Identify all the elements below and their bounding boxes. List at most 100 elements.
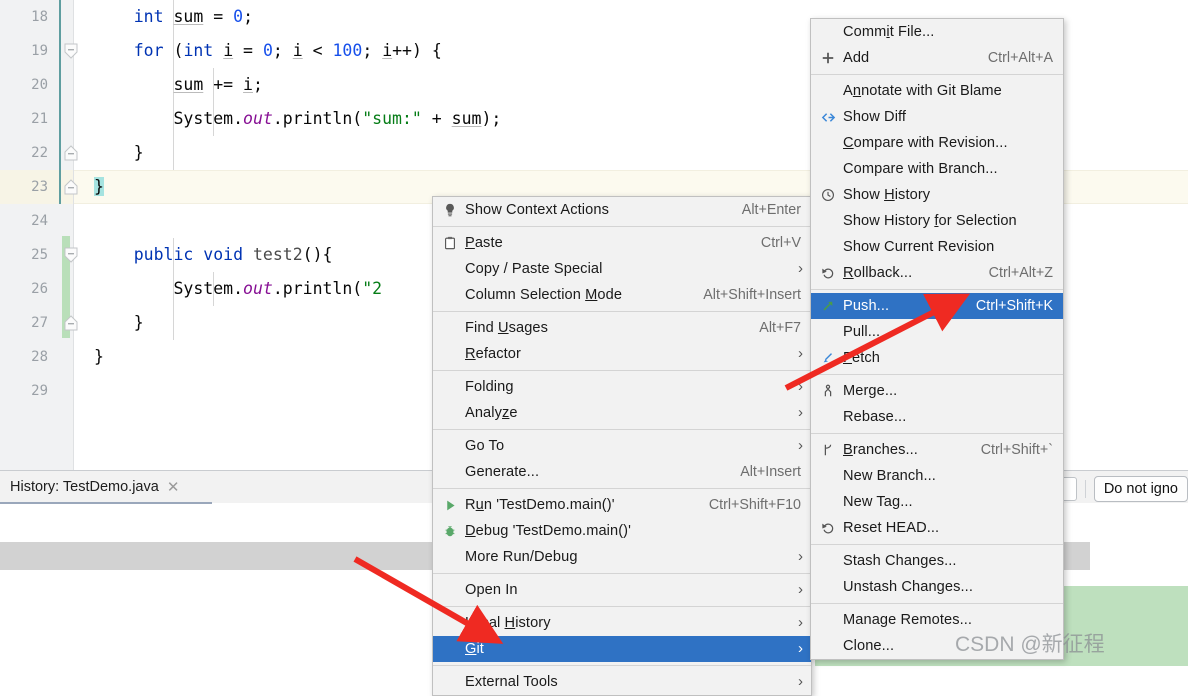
chevron-right-icon: › <box>798 404 803 421</box>
menu-separator <box>433 429 811 430</box>
menu-item-shortcut: Ctrl+Shift+K <box>975 298 1053 314</box>
no-icon <box>817 548 839 574</box>
menu-item-label: Unstash Changes... <box>843 579 973 595</box>
git-item-new-branch[interactable]: New Branch... <box>811 463 1063 489</box>
line-number: 18 <box>31 9 48 25</box>
line-number: 26 <box>31 281 48 297</box>
git-item-compare-with-revision[interactable]: Compare with Revision... <box>811 130 1063 156</box>
menu-item-label: Debug 'TestDemo.main()' <box>465 523 632 539</box>
line-number: 21 <box>31 111 48 127</box>
chevron-right-icon: › <box>798 673 803 690</box>
git-item-merge[interactable]: Merge... <box>811 378 1063 404</box>
reset-icon <box>817 515 839 541</box>
no-icon <box>817 234 839 260</box>
git-item-compare-with-branch[interactable]: Compare with Branch... <box>811 156 1063 182</box>
do-not-ignore-button[interactable]: Do not igno <box>1093 475 1188 502</box>
merge-icon <box>817 378 839 404</box>
menu-item-label: More Run/Debug <box>465 549 578 565</box>
menu-item-label: Folding <box>465 379 514 395</box>
git-item-stash-changes[interactable]: Stash Changes... <box>811 548 1063 574</box>
menu-item-refactor[interactable]: Refactor › <box>433 341 811 367</box>
menu-item-label: Run 'TestDemo.main()' <box>465 497 615 513</box>
git-item-annotate-with-git-blame[interactable]: Annotate with Git Blame <box>811 78 1063 104</box>
git-submenu[interactable]: Commit File... Add Ctrl+Alt+A Annotate with… <box>810 18 1064 660</box>
chevron-right-icon: › <box>798 581 803 598</box>
menu-item-label: Annotate with Git Blame <box>843 83 1002 99</box>
line-number: 19 <box>31 43 48 59</box>
no-icon <box>439 636 461 662</box>
menu-item-shortcut: Ctrl+Alt+A <box>987 50 1053 66</box>
line-number: 29 <box>31 383 48 399</box>
diff-icon <box>817 104 839 130</box>
menu-separator <box>811 544 1063 545</box>
git-item-show-diff[interactable]: Show Diff <box>811 104 1063 130</box>
git-item-commit-file[interactable]: Commit File... <box>811 19 1063 45</box>
no-icon <box>439 282 461 308</box>
menu-item-shortcut: Ctrl+Alt+Z <box>988 265 1053 281</box>
menu-item-analyze[interactable]: Analyze › <box>433 400 811 426</box>
menu-item-label: Compare with Branch... <box>843 161 998 177</box>
menu-item-go-to[interactable]: Go To › <box>433 433 811 459</box>
plus-icon <box>817 45 839 71</box>
menu-item-label: Commit File... <box>843 24 935 40</box>
tab-label: History: TestDemo.java <box>10 479 159 495</box>
git-item-add[interactable]: Add Ctrl+Alt+A <box>811 45 1063 71</box>
git-item-push[interactable]: Push... Ctrl+Shift+K <box>811 293 1063 319</box>
git-item-unstash-changes[interactable]: Unstash Changes... <box>811 574 1063 600</box>
no-icon <box>439 669 461 695</box>
no-icon <box>817 489 839 515</box>
menu-item-show-context-actions[interactable]: Show Context Actions Alt+Enter <box>433 197 811 223</box>
git-item-show-history-for-selection[interactable]: Show History for Selection <box>811 208 1063 234</box>
menu-item-folding[interactable]: Folding › <box>433 374 811 400</box>
no-icon <box>817 208 839 234</box>
menu-item-git[interactable]: Git › <box>433 636 811 662</box>
branch-icon <box>817 437 839 463</box>
line-number: 25 <box>31 247 48 263</box>
editor-context-menu[interactable]: Show Context Actions Alt+Enter Paste Ctrl+V… <box>432 196 812 696</box>
lightbulb-icon <box>439 197 461 223</box>
git-item-pull[interactable]: Pull... <box>811 319 1063 345</box>
menu-separator <box>811 374 1063 375</box>
git-item-fetch[interactable]: Fetch <box>811 345 1063 371</box>
menu-item-label: Merge... <box>843 383 898 399</box>
menu-item-label: External Tools <box>465 674 558 690</box>
menu-separator <box>433 573 811 574</box>
git-item-branches[interactable]: Branches... Ctrl+Shift+` <box>811 437 1063 463</box>
menu-separator <box>433 311 811 312</box>
menu-item-find-usages[interactable]: Find Usages Alt+F7 <box>433 315 811 341</box>
git-item-show-history[interactable]: Show History <box>811 182 1063 208</box>
git-item-show-current-revision[interactable]: Show Current Revision <box>811 234 1063 260</box>
menu-separator <box>811 433 1063 434</box>
menu-item-more-run-debug[interactable]: More Run/Debug › <box>433 544 811 570</box>
no-icon <box>817 19 839 45</box>
git-item-rebase[interactable]: Rebase... <box>811 404 1063 430</box>
chevron-right-icon: › <box>798 378 803 395</box>
history-toolbar[interactable]: Do not igno <box>1054 472 1188 505</box>
menu-item-generate[interactable]: Generate... Alt+Insert <box>433 459 811 485</box>
menu-item-label: Rebase... <box>843 409 907 425</box>
menu-item-label: Refactor <box>465 346 521 362</box>
menu-item-paste[interactable]: Paste Ctrl+V <box>433 230 811 256</box>
close-icon[interactable]: ✕ <box>167 478 180 496</box>
no-icon <box>439 544 461 570</box>
line-number: 22 <box>31 145 48 161</box>
menu-separator <box>811 74 1063 75</box>
menu-item-label: Rollback... <box>843 265 913 281</box>
menu-item-open-in[interactable]: Open In › <box>433 577 811 603</box>
git-item-rollback[interactable]: Rollback... Ctrl+Alt+Z <box>811 260 1063 286</box>
line-number: 20 <box>31 77 48 93</box>
menu-item-external-tools[interactable]: External Tools › <box>433 669 811 695</box>
menu-item-shortcut: Ctrl+V <box>760 235 801 251</box>
menu-item-label: Copy / Paste Special <box>465 261 603 277</box>
git-item-new-tag[interactable]: New Tag... <box>811 489 1063 515</box>
menu-separator <box>433 226 811 227</box>
menu-item-debug-testdemo-main[interactable]: Debug 'TestDemo.main()' <box>433 518 811 544</box>
run-icon <box>439 492 461 518</box>
git-item-reset-head[interactable]: Reset HEAD... <box>811 515 1063 541</box>
menu-item-run-testdemo-main[interactable]: Run 'TestDemo.main()' Ctrl+Shift+F10 <box>433 492 811 518</box>
tab-history-testdemo[interactable]: History: TestDemo.java ✕ <box>0 471 189 503</box>
menu-item-local-history[interactable]: Local History › <box>433 610 811 636</box>
menu-item-column-selection-mode[interactable]: Column Selection Mode Alt+Shift+Insert <box>433 282 811 308</box>
menu-item-label: Generate... <box>465 464 540 480</box>
menu-item-copy-paste-special[interactable]: Copy / Paste Special › <box>433 256 811 282</box>
